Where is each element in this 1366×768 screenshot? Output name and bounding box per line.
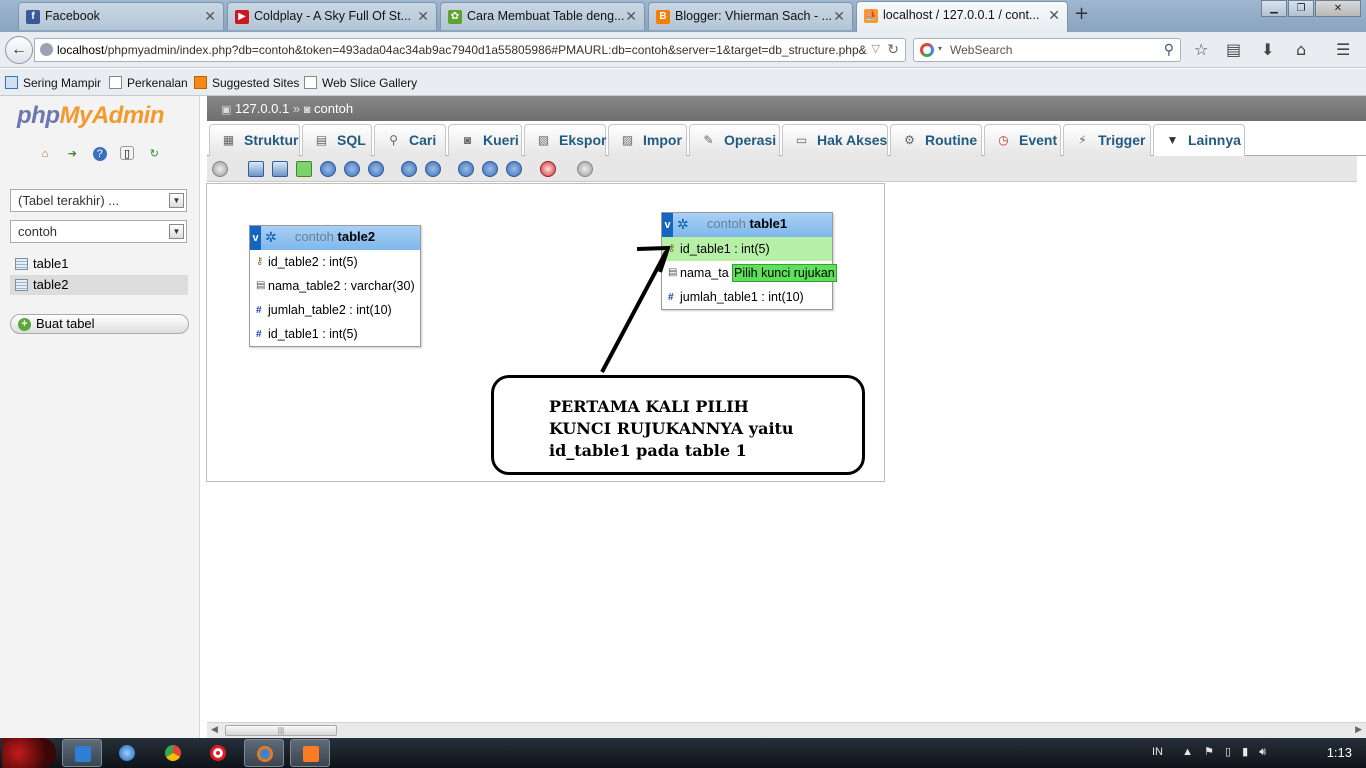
phpmyadmin-icon: ⛵ [864,9,878,23]
firefox-icon [257,746,273,762]
start-button[interactable] [2,738,56,768]
taskbar-explorer[interactable] [62,739,102,767]
taskbar-firefox[interactable] [244,739,284,767]
explorer-icon [75,746,91,762]
media-player-icon [119,745,135,761]
volume-icon[interactable]: 🔊︎ [1259,746,1266,758]
clock[interactable]: 1:13 [1327,745,1352,760]
xampp-icon [303,746,319,762]
system-tray: IN ▲ ⚑ ▯ ▮ 🔊︎ [1152,745,1266,759]
battery-icon[interactable]: ▯ [1225,746,1231,758]
chrome-icon [165,745,181,761]
action-center-flag-icon[interactable]: ⚑ [1204,746,1214,758]
network-icon[interactable]: ▮ [1242,746,1248,758]
show-hidden-icons-icon[interactable]: ▲ [1182,746,1193,758]
tab-localhost-phpmyadmin[interactable]: ⛵ localhost / 127.0.0.1 / cont... ✕ [856,1,1068,32]
taskbar-opera[interactable] [198,739,238,767]
taskbar-media-player[interactable] [107,739,147,767]
scroll-left-icon[interactable]: ◀ [211,724,218,735]
horizontal-scrollbar[interactable]: ◀ ||| ▶ [207,722,1366,738]
close-tab-icon[interactable]: ✕ [1048,2,1060,29]
arrow-head [636,245,671,273]
scroll-right-icon[interactable]: ▶ [1355,724,1362,735]
arrow-shaft [600,251,668,373]
opera-icon [210,745,226,761]
annotation-note: PERTAMA KALI PILIH KUNCI RUJUKANNYA yait… [491,375,865,475]
scrollbar-thumb[interactable]: ||| [225,725,337,736]
tab-title: localhost / 127.0.0.1 / cont... [883,8,1040,22]
taskbar-chrome[interactable] [153,739,193,767]
taskbar-xampp[interactable] [290,739,330,767]
taskbar: IN ▲ ⚑ ▯ ▮ 🔊︎ 1:13 [0,738,1366,768]
language-indicator[interactable]: IN [1152,746,1163,758]
